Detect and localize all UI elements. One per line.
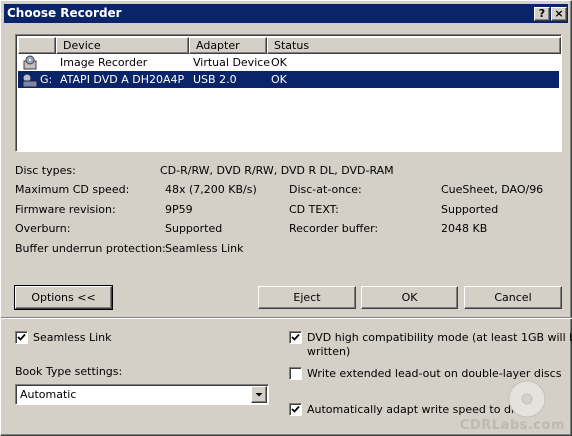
- recorder-buffer-value: 2048 KB: [441, 222, 488, 235]
- column-header-adapter[interactable]: Adapter: [189, 37, 267, 54]
- adapt-speed-checkbox[interactable]: [289, 403, 302, 416]
- dvd-compat-label-line1[interactable]: DVD high compatibility mode (at least 1G…: [307, 331, 572, 344]
- dvd-compat-label-line2[interactable]: written): [307, 345, 350, 358]
- book-type-label: Book Type settings:: [15, 365, 123, 378]
- disc-watermark-icon: [508, 380, 546, 418]
- book-type-select[interactable]: Automatic: [15, 384, 269, 405]
- close-button[interactable]: ×: [551, 7, 567, 21]
- dvd-drive-icon: [22, 73, 38, 88]
- seamless-link-checkbox[interactable]: [15, 331, 28, 344]
- image-recorder-icon: [23, 55, 37, 70]
- options-separator: [1, 317, 572, 319]
- drive-letter: G:: [40, 73, 53, 86]
- buffer-underrun-value: Seamless Link: [165, 242, 244, 255]
- device-row-dvd-drive[interactable]: G: ATAPI DVD A DH20A4P USB 2.0 OK: [18, 71, 559, 88]
- title-bar[interactable]: Choose Recorder ? ×: [4, 4, 568, 23]
- column-header-device[interactable]: Device: [56, 37, 189, 54]
- firmware-label: Firmware revision:: [15, 203, 116, 216]
- device-adapter: USB 2.0: [193, 73, 237, 86]
- max-cd-speed-value: 48x (7,200 KB/s): [165, 183, 257, 196]
- adapt-speed-label[interactable]: Automatically adapt write speed to disc: [307, 403, 526, 416]
- disc-types-label: Disc types:: [15, 164, 76, 177]
- firmware-value: 9P59: [165, 203, 193, 216]
- combo-dropdown-button[interactable]: [251, 386, 267, 403]
- device-row-image-recorder[interactable]: Image Recorder Virtual Device OK: [18, 54, 559, 71]
- cd-text-label: CD TEXT:: [289, 203, 339, 216]
- recorder-buffer-label: Recorder buffer:: [289, 222, 379, 235]
- disc-types-value: CD-R/RW, DVD R/RW, DVD R DL, DVD-RAM: [160, 164, 394, 177]
- overburn-label: Overburn:: [15, 222, 71, 235]
- column-header-status[interactable]: Status: [267, 37, 561, 54]
- max-cd-speed-label: Maximum CD speed:: [15, 183, 130, 196]
- disc-at-once-value: CueSheet, DAO/96: [441, 183, 544, 196]
- checkmark-icon: [17, 333, 26, 341]
- device-name: Image Recorder: [60, 56, 148, 69]
- device-name: ATAPI DVD A DH20A4P: [60, 73, 185, 86]
- cdrlabs-watermark: CDRLabs.com: [459, 418, 565, 433]
- overburn-value: Supported: [165, 222, 223, 235]
- device-status: OK: [271, 73, 287, 86]
- options-button[interactable]: Options <<: [14, 285, 113, 310]
- eject-button[interactable]: Eject: [258, 286, 356, 309]
- device-status: OK: [271, 56, 287, 69]
- column-header-icon[interactable]: [18, 37, 56, 54]
- buffer-underrun-label: Buffer underrun protection:: [15, 242, 166, 255]
- checkmark-icon: [291, 405, 300, 413]
- chevron-down-icon: [255, 393, 263, 397]
- device-list[interactable]: Device Adapter Status Image Recorder Vir…: [15, 34, 562, 152]
- ok-button[interactable]: OK: [361, 286, 458, 309]
- device-list-header: Device Adapter Status: [18, 37, 561, 54]
- device-adapter: Virtual Device: [193, 56, 271, 69]
- cd-text-value: Supported: [441, 203, 499, 216]
- choose-recorder-dialog: Choose Recorder ? × Device Adapter Statu…: [0, 0, 572, 436]
- checkmark-icon: [291, 333, 300, 341]
- extended-leadout-checkbox[interactable]: [289, 367, 302, 380]
- help-button[interactable]: ?: [534, 7, 550, 21]
- seamless-link-label[interactable]: Seamless Link: [33, 331, 112, 344]
- cancel-button[interactable]: Cancel: [464, 286, 562, 309]
- disc-at-once-label: Disc-at-once:: [289, 183, 362, 196]
- book-type-value: Automatic: [20, 388, 77, 401]
- dvd-compat-checkbox[interactable]: [289, 331, 302, 344]
- window-title: Choose Recorder: [7, 6, 122, 20]
